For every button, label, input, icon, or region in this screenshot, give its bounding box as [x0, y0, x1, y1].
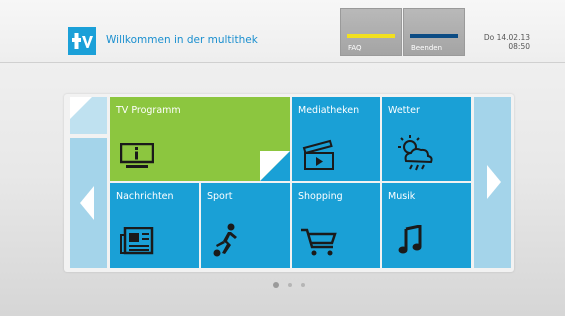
beenden-button[interactable]: Beenden — [403, 8, 465, 56]
shopping-cart-icon — [300, 227, 338, 261]
weather-cloud-sun-icon — [396, 135, 436, 177]
scroll-left-button[interactable] — [70, 138, 107, 268]
tile-wetter[interactable]: Wetter — [382, 97, 471, 181]
tile-label: Musik — [388, 191, 416, 202]
tile-nachrichten[interactable]: Nachrichten — [110, 183, 199, 268]
tile-label: Wetter — [388, 105, 420, 116]
tile-shopping[interactable]: Shopping — [292, 183, 380, 268]
tile-label: TV Programm — [116, 105, 181, 116]
music-note-icon — [398, 224, 424, 259]
page-dot[interactable] — [301, 283, 305, 287]
arrow-left-icon — [80, 186, 94, 220]
tile-label: Mediatheken — [298, 105, 360, 116]
arrow-right-icon — [487, 165, 501, 199]
scroll-right-button[interactable] — [474, 97, 511, 268]
menu-panel: TV Programm Mediatheken Wetter Nachricht… — [64, 94, 514, 272]
tile-label: Nachrichten — [116, 191, 174, 202]
tile-sport[interactable]: Sport — [201, 183, 290, 268]
time-text: 08:50 — [508, 42, 530, 51]
tile-mediatheken[interactable]: Mediatheken — [292, 97, 380, 181]
tv-screen-icon — [119, 142, 155, 173]
header-bar: Willkommen in der multithek FAQ Beenden … — [0, 0, 565, 63]
tile-tv-programm[interactable]: TV Programm — [110, 97, 290, 181]
tile-label: Sport — [207, 191, 233, 202]
faq-color-bar — [347, 34, 395, 38]
tile-musik[interactable]: Musik — [382, 183, 471, 268]
datetime: Do 14.02.13 08:50 — [484, 33, 530, 51]
faq-button[interactable]: FAQ — [340, 8, 402, 56]
page-dot[interactable] — [288, 283, 292, 287]
page-dot-active[interactable] — [273, 282, 279, 288]
page-corner-tile — [70, 97, 107, 134]
beenden-label: Beenden — [411, 44, 443, 52]
football-player-icon — [211, 223, 243, 261]
date-text: Do 14.02.13 — [483, 33, 530, 42]
newspaper-icon — [120, 226, 154, 259]
page-corner-icon — [70, 97, 92, 119]
tv-logo-icon — [68, 27, 96, 55]
faq-label: FAQ — [348, 44, 362, 52]
welcome-text: Willkommen in der multithek — [106, 34, 258, 46]
page-fold-icon — [260, 151, 290, 181]
beenden-color-bar — [410, 34, 458, 38]
clapperboard-icon — [302, 139, 336, 175]
tile-label: Shopping — [298, 191, 343, 202]
